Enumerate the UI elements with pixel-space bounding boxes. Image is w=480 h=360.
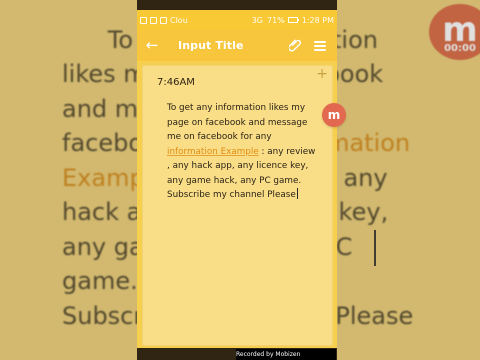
add-button[interactable]: + <box>316 67 328 81</box>
menu-line <box>314 44 326 47</box>
status-bar: Clou 3G 71% 1:28 PM <box>137 10 337 30</box>
menu-line <box>314 48 326 51</box>
menu-line <box>314 40 326 43</box>
note-text-before-link: To get any information likes my page on … <box>167 103 308 142</box>
status-left-icons: Clou <box>140 16 188 25</box>
battery-percent: 71% <box>266 15 285 25</box>
left-shade <box>0 0 137 360</box>
camera-icon <box>150 16 157 24</box>
menu-button[interactable] <box>311 37 329 55</box>
note-editor[interactable]: To get any information likes my page on … <box>167 101 317 203</box>
plus-icon: + <box>316 66 328 82</box>
attachment-button[interactable] <box>286 37 304 55</box>
recording-watermark: Recorded by Mobizen <box>236 349 336 360</box>
text-cursor <box>296 188 298 199</box>
back-button[interactable]: ← <box>143 37 161 55</box>
battery-icon <box>287 17 299 23</box>
paperclip-icon <box>289 39 301 51</box>
status-time: 1:28 PM <box>301 15 334 25</box>
network-text: 3G <box>251 15 263 25</box>
recorder-badge-letter: m <box>327 108 341 122</box>
recorder-floating-badge[interactable]: m <box>322 103 346 127</box>
note-title-input[interactable]: Input Title <box>178 39 244 52</box>
phone-screen: Clou 3G 71% 1:28 PM ← Input Title 7:46AM… <box>137 0 337 360</box>
screen-recording-stage: To get any information likes my page on … <box>0 0 480 360</box>
note-card[interactable]: 7:46AM + To get any information likes my… <box>142 65 333 346</box>
right-shade <box>337 0 480 360</box>
app-bar: ← Input Title <box>137 30 337 61</box>
arrow-left-icon: ← <box>145 36 159 54</box>
note-timestamp: 7:46AM <box>157 77 195 88</box>
image-icon <box>160 16 167 24</box>
hamburger-menu-icon <box>314 40 326 51</box>
notification-icon <box>140 16 147 24</box>
note-body: 7:46AM + To get any information likes my… <box>137 61 337 348</box>
note-link[interactable]: information Example <box>167 147 259 157</box>
note-last-line: Subscribe my channel Please <box>167 190 296 200</box>
status-left-text: Clou <box>170 15 188 25</box>
